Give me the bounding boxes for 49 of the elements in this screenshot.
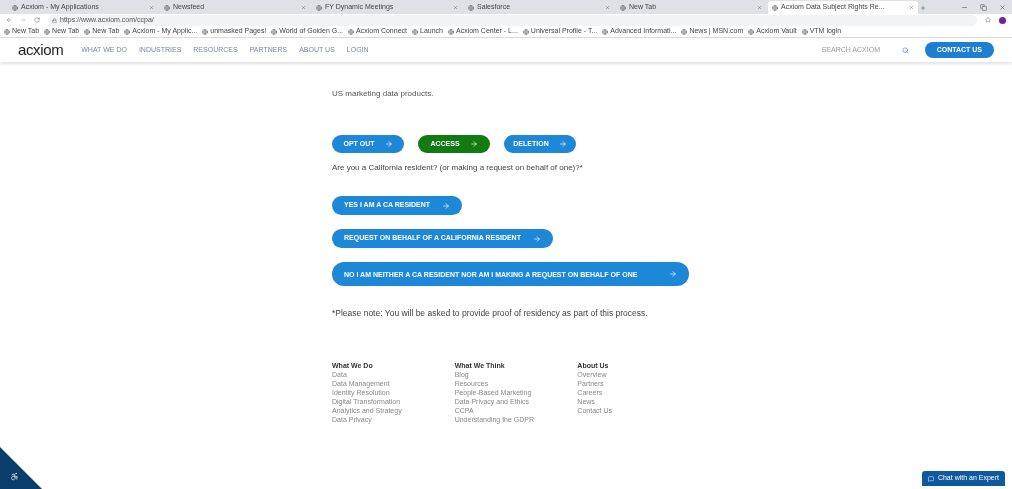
close-icon[interactable]	[999, 4, 1006, 11]
globe-icon	[447, 28, 454, 35]
globe-icon	[84, 28, 91, 35]
profile-avatar[interactable]	[999, 16, 1006, 24]
restore-icon[interactable]	[980, 4, 987, 11]
arrow-icon	[384, 140, 393, 148]
favicon-icon	[12, 4, 18, 11]
reload-icon[interactable]	[34, 17, 40, 23]
arrow-icon	[469, 140, 478, 148]
new-tab-icon[interactable]	[920, 5, 926, 11]
back-icon[interactable]	[6, 17, 12, 23]
favicon-icon	[316, 4, 322, 11]
favicon-icon	[772, 4, 778, 11]
lock-icon	[52, 17, 57, 23]
arrow-icon	[442, 201, 451, 210]
arrow-icon	[558, 140, 567, 148]
search-icon[interactable]	[901, 46, 909, 54]
close-icon[interactable]	[149, 5, 154, 10]
favicon-icon	[620, 4, 626, 11]
globe-icon	[124, 28, 131, 35]
globe-icon	[44, 28, 51, 35]
globe-icon	[412, 28, 418, 35]
close-icon[interactable]	[453, 5, 458, 10]
close-icon[interactable]	[605, 5, 610, 10]
close-icon[interactable]	[301, 5, 306, 10]
minimize-icon[interactable]	[961, 4, 968, 11]
globe-icon	[602, 28, 609, 35]
globe-icon	[348, 28, 355, 35]
accessibility-icon	[10, 472, 19, 481]
globe-icon	[271, 28, 278, 35]
arrow-icon	[532, 234, 541, 243]
chat-icon	[927, 475, 934, 482]
star-icon[interactable]	[985, 17, 991, 23]
intro-text: US marketing data products.	[332, 88, 435, 100]
globe-icon	[4, 28, 10, 35]
globe-icon	[522, 28, 529, 35]
globe-icon	[801, 28, 808, 35]
favicon-icon	[164, 4, 170, 11]
globe-icon	[748, 28, 755, 35]
close-icon[interactable]	[757, 5, 762, 10]
globe-icon	[202, 28, 209, 35]
favicon-icon	[468, 4, 474, 11]
close-icon[interactable]	[909, 5, 914, 10]
arrow-icon	[669, 270, 677, 278]
globe-icon	[681, 28, 688, 35]
note-text: *Please note: You will be asked to provide proof of residency as part of this process.	[332, 307, 649, 320]
question-text: Are you a California resident? (or making a request on behalf of one)?*	[332, 162, 584, 174]
forward-icon[interactable]	[20, 17, 26, 23]
logo[interactable]: acxiom	[18, 38, 64, 62]
